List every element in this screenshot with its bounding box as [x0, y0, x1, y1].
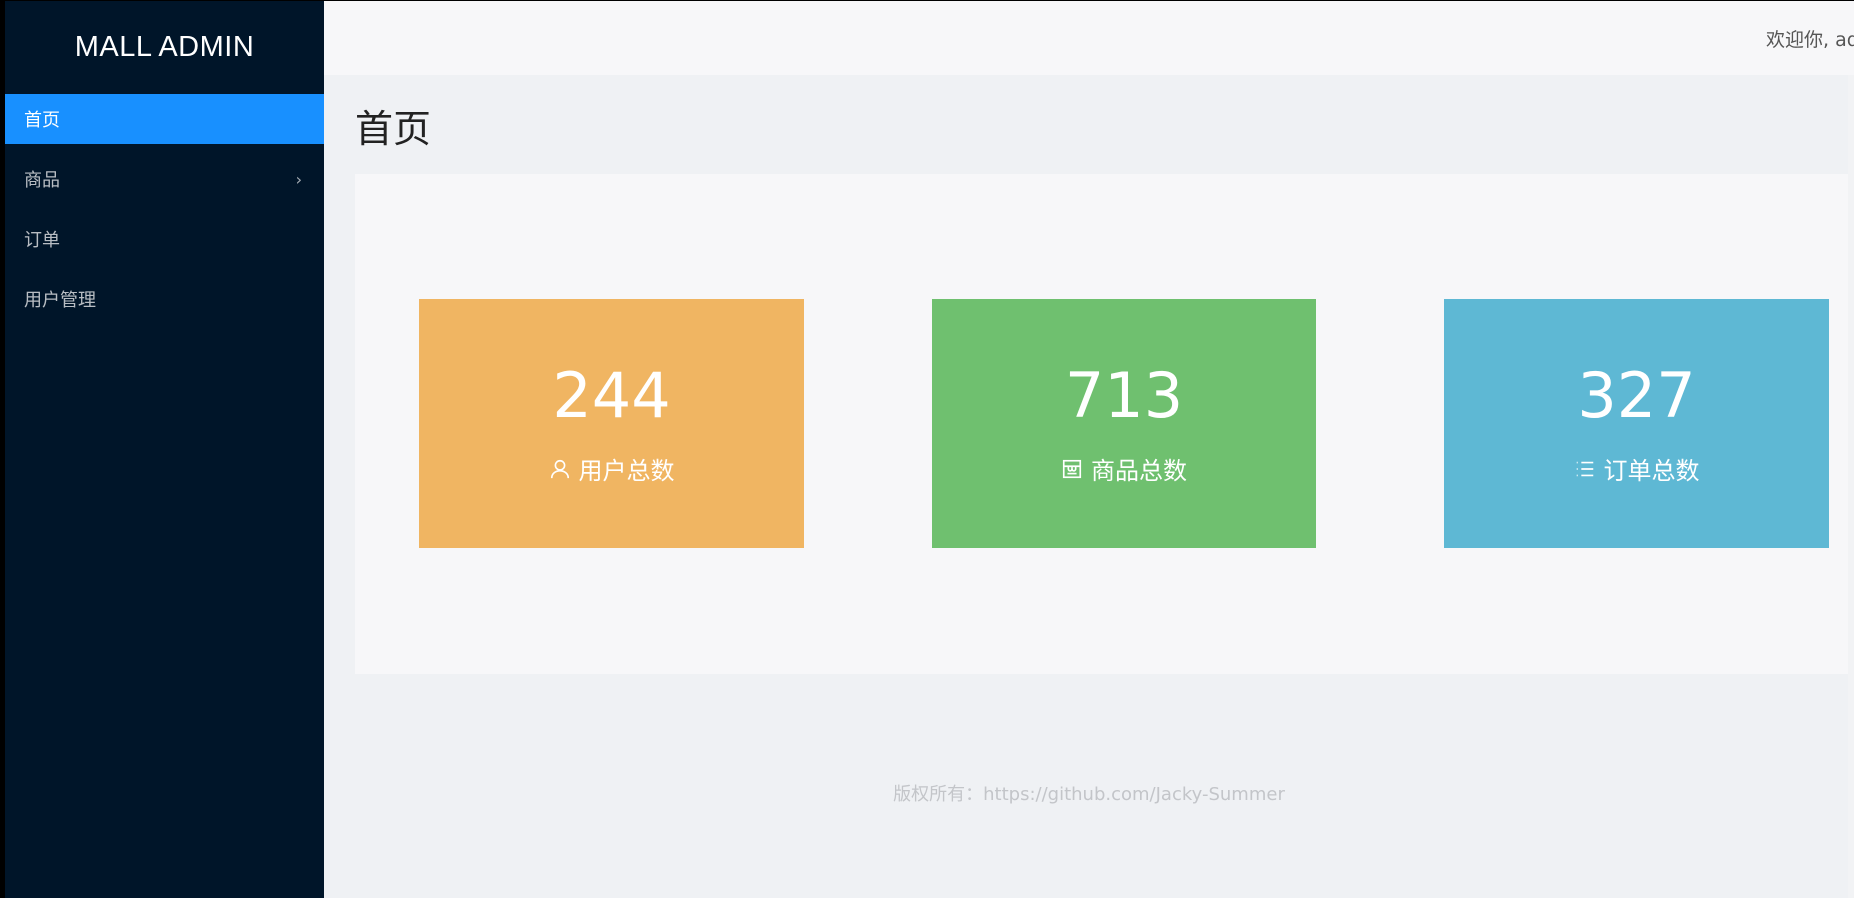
- chevron-right-icon: ›: [295, 169, 302, 189]
- user-icon: [550, 459, 569, 478]
- page-title: 首页: [355, 107, 432, 151]
- sidebar-item-label: 商品: [24, 170, 60, 191]
- sidebar-item-users[interactable]: 用户管理: [5, 274, 324, 324]
- stat-value: 713: [1064, 359, 1184, 432]
- sidebar-item-products[interactable]: 商品 ›: [5, 154, 324, 204]
- stat-value: 244: [552, 359, 671, 432]
- sidebar-item-label: 首页: [24, 110, 60, 131]
- stats-panel: 244 用户总数 713 商品总数 327 订单总数: [355, 174, 1854, 674]
- sidebar-menu: 首页 商品 › 订单 用户管理: [5, 94, 324, 324]
- stat-label-text: 商品总数: [1091, 457, 1187, 485]
- stat-card-users: 244 用户总数: [419, 299, 804, 548]
- footer-copyright: 版权所有：https://github.com/Jacky-Summer: [893, 784, 1285, 805]
- stat-label-text: 订单总数: [1603, 457, 1700, 485]
- welcome-text[interactable]: 欢迎你, ad: [1766, 25, 1854, 52]
- sidebar-item-home[interactable]: 首页: [5, 94, 324, 144]
- stat-label-text: 用户总数: [578, 457, 675, 485]
- list-icon: [1576, 461, 1593, 476]
- sidebar: MALL ADMIN 首页 商品 › 订单 用户管理: [5, 1, 324, 898]
- logo: MALL ADMIN: [74, 31, 255, 63]
- stat-label: 用户总数: [549, 451, 675, 486]
- sidebar-item-orders[interactable]: 订单: [5, 214, 324, 264]
- scrollbar-track[interactable]: [1848, 75, 1854, 898]
- sidebar-item-label: 订单: [24, 230, 60, 251]
- stat-value: 327: [1577, 359, 1696, 432]
- sidebar-item-label: 用户管理: [24, 290, 96, 311]
- stat-card-products: 713 商品总数: [932, 299, 1316, 548]
- shop-icon: [1062, 459, 1082, 478]
- top-header: 欢迎你, ad: [324, 1, 1854, 75]
- stat-card-orders: 327 订单总数: [1444, 299, 1829, 548]
- stat-label: 订单总数: [1574, 451, 1700, 486]
- stat-label: 商品总数: [1061, 451, 1187, 486]
